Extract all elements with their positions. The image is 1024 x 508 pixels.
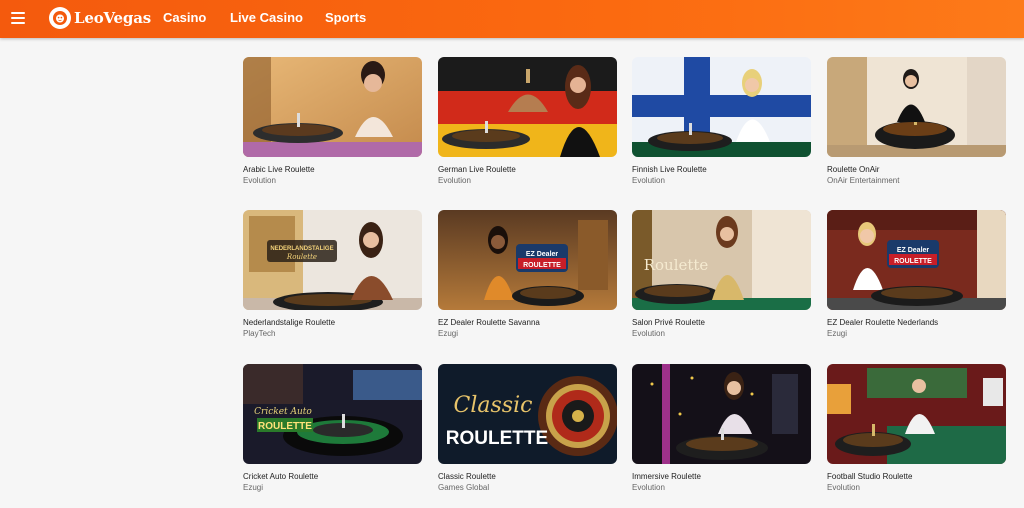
game-provider: Evolution	[632, 329, 665, 338]
game-card[interactable]: EZ Dealer ROULETTE EZ Dealer Roulette Ne…	[827, 210, 1006, 339]
game-thumbnail[interactable]: EZ Dealer ROULETTE	[827, 210, 1006, 310]
leovegas-logo[interactable]: LeoVegas	[49, 7, 151, 29]
svg-text:Roulette: Roulette	[644, 256, 709, 274]
game-provider: Ezugi	[243, 483, 264, 492]
svg-text:Roulette: Roulette	[286, 253, 317, 261]
game-provider: Evolution	[827, 483, 860, 492]
game-thumbnail[interactable]: Cricket Auto ROULETTE	[243, 364, 422, 464]
game-provider: Ezugi	[438, 329, 459, 338]
game-title[interactable]: Nederlandstalige Roulette	[243, 318, 422, 328]
game-title[interactable]: Classic Roulette	[438, 472, 617, 482]
logo-text: LeoVegas	[74, 9, 151, 27]
nav-casino[interactable]: Casino	[163, 10, 206, 25]
lion-logo-icon	[49, 7, 71, 29]
game-thumbnail[interactable]: NEDERLANDSTALIGE Roulette	[243, 210, 422, 310]
svg-text:ROULETTE: ROULETTE	[258, 421, 312, 432]
svg-text:ROULETTE: ROULETTE	[894, 258, 932, 265]
game-thumbnail[interactable]	[827, 57, 1006, 157]
nav-sports[interactable]: Sports	[325, 10, 366, 25]
game-card[interactable]: Football Studio Roulette Evolution	[827, 364, 1006, 493]
game-card[interactable]: Roulette Salon Privé Roulette Evolution	[632, 210, 811, 339]
game-provider: Evolution	[438, 176, 471, 185]
game-title[interactable]: EZ Dealer Roulette Nederlands	[827, 318, 1006, 328]
game-provider: OnAir Entertainment	[827, 176, 900, 185]
game-card[interactable]: Classic ROULETTE Classic Roulette Games …	[438, 364, 617, 493]
svg-text:NEDERLANDSTALIGE: NEDERLANDSTALIGE	[270, 246, 333, 252]
game-card[interactable]: Finnish Live Roulette Evolution	[632, 57, 811, 186]
game-card[interactable]: EZ Dealer ROULETTE EZ Dealer Roulette Sa…	[438, 210, 617, 339]
game-title[interactable]: EZ Dealer Roulette Savanna	[438, 318, 617, 328]
game-provider: Ezugi	[827, 329, 848, 338]
game-card[interactable]: NEDERLANDSTALIGE Roulette Nederlandstali…	[243, 210, 422, 339]
game-title[interactable]: Roulette OnAir	[827, 165, 1006, 175]
game-thumbnail[interactable]	[632, 57, 811, 157]
game-card[interactable]: Immersive Roulette Evolution	[632, 364, 811, 493]
svg-text:Classic: Classic	[454, 393, 533, 418]
svg-text:EZ Dealer: EZ Dealer	[526, 251, 559, 258]
game-title[interactable]: Cricket Auto Roulette	[243, 472, 422, 482]
svg-text:EZ Dealer: EZ Dealer	[897, 247, 930, 254]
game-provider: Evolution	[632, 176, 665, 185]
game-thumbnail[interactable]	[632, 364, 811, 464]
game-title[interactable]: Immersive Roulette	[632, 472, 811, 482]
game-title[interactable]: Football Studio Roulette	[827, 472, 1006, 482]
game-thumbnail[interactable]	[438, 57, 617, 157]
nav-live-casino[interactable]: Live Casino	[230, 10, 303, 25]
hamburger-menu-icon[interactable]	[11, 12, 25, 24]
game-thumbnail[interactable]: Roulette	[632, 210, 811, 310]
game-provider: Games Global	[438, 483, 490, 492]
game-thumbnail[interactable]	[243, 57, 422, 157]
game-card[interactable]: Arabic Live Roulette Evolution	[243, 57, 422, 186]
game-thumbnail[interactable]: EZ Dealer ROULETTE	[438, 210, 617, 310]
game-title[interactable]: Arabic Live Roulette	[243, 165, 422, 175]
game-provider: Evolution	[243, 176, 276, 185]
game-title[interactable]: Finnish Live Roulette	[632, 165, 811, 175]
game-card[interactable]: Roulette OnAir OnAir Entertainment	[827, 57, 1006, 186]
top-navigation-bar: LeoVegas Casino Live Casino Sports	[0, 0, 1024, 38]
game-provider: Evolution	[632, 483, 665, 492]
game-thumbnail[interactable]	[827, 364, 1006, 464]
game-provider: PlayTech	[243, 329, 276, 338]
game-title[interactable]: German Live Roulette	[438, 165, 617, 175]
game-thumbnail[interactable]: Classic ROULETTE	[438, 364, 617, 464]
svg-text:ROULETTE: ROULETTE	[446, 428, 548, 449]
svg-text:Cricket Auto: Cricket Auto	[254, 407, 312, 417]
game-title[interactable]: Salon Privé Roulette	[632, 318, 811, 328]
game-card[interactable]: Cricket Auto ROULETTE Cricket Auto Roule…	[243, 364, 422, 493]
game-card[interactable]: German Live Roulette Evolution	[438, 57, 617, 186]
svg-text:ROULETTE: ROULETTE	[523, 262, 561, 269]
